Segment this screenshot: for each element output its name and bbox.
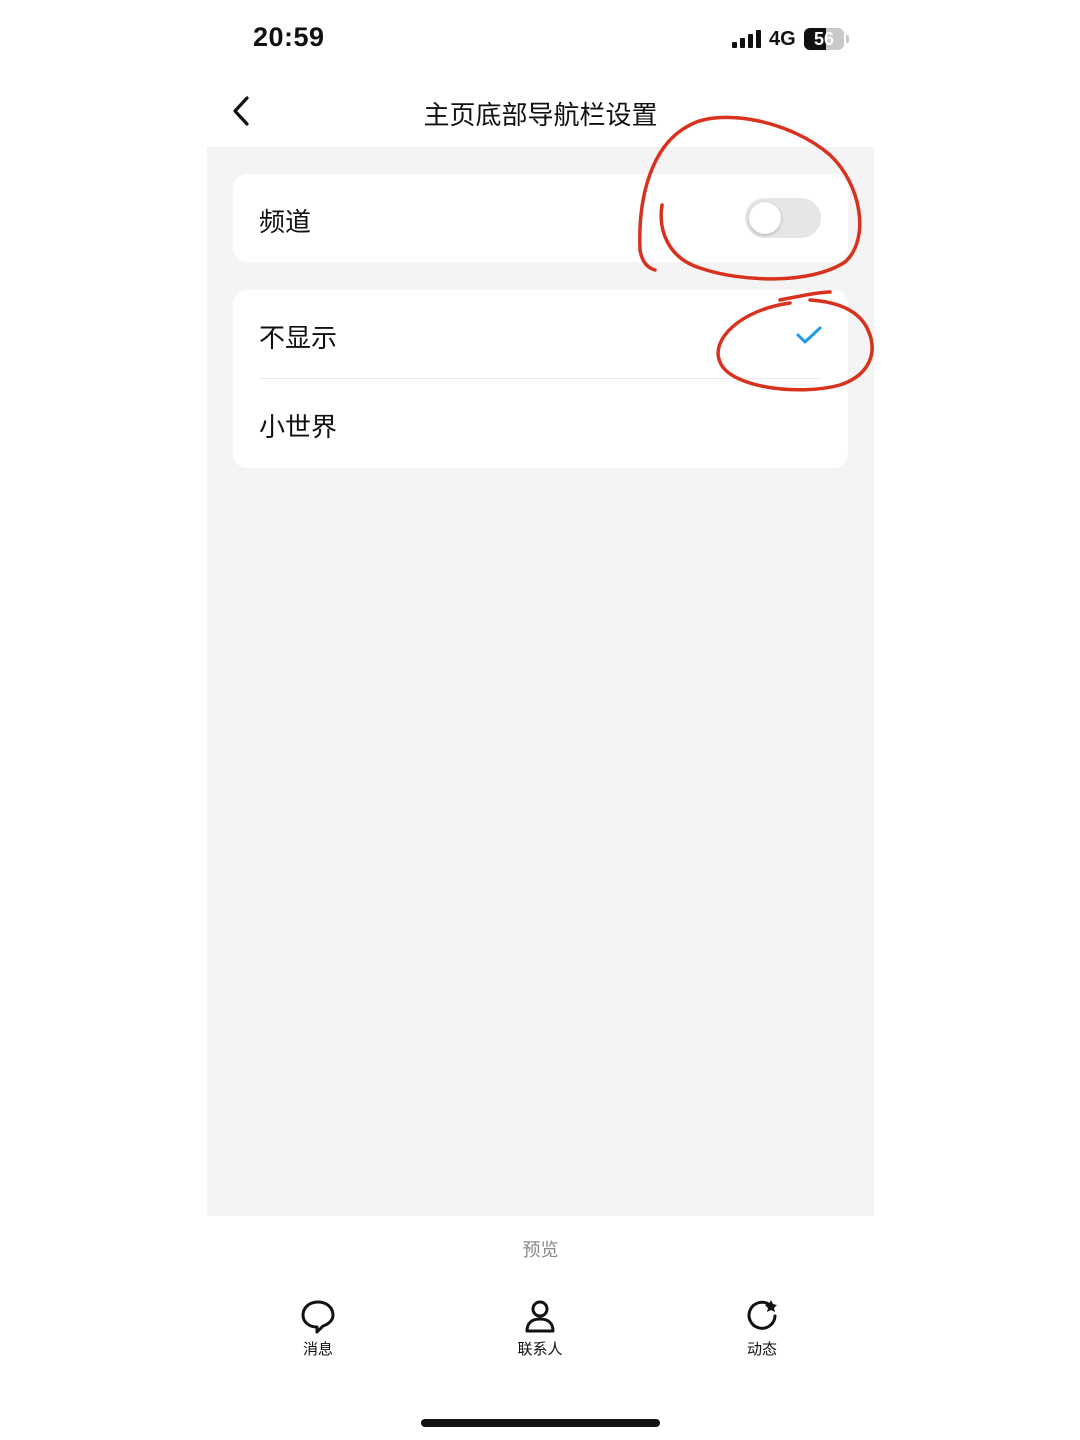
refresh-star-icon (747, 1300, 777, 1330)
chat-bubble-icon (301, 1300, 335, 1334)
phone-screen: 20:59 4G 56 主页底部导航栏设置 频道 不显示 小世界 预览 消息 联… (207, 0, 874, 1440)
status-bar: 20:59 4G 56 (207, 0, 874, 78)
toggle-knob (749, 202, 781, 234)
option-hide[interactable]: 不显示 (233, 290, 848, 379)
channel-label: 频道 (259, 208, 312, 238)
preview-label: 预览 (522, 1240, 559, 1261)
signal-icon (732, 30, 762, 48)
option-label: 不显示 (259, 324, 338, 354)
tab-messages[interactable]: 消息 (268, 1298, 368, 1359)
battery-level: 56 (813, 29, 835, 49)
battery-cap (846, 35, 849, 43)
nav-bar: 主页底部导航栏设置 (207, 78, 874, 147)
tab-contacts[interactable]: 联系人 (490, 1298, 590, 1359)
channel-card: 频道 (233, 174, 848, 262)
home-indicator (421, 1419, 660, 1427)
options-card: 不显示 小世界 (233, 290, 848, 468)
option-small-world[interactable]: 小世界 (233, 379, 848, 468)
option-label: 小世界 (259, 413, 338, 443)
person-icon (525, 1300, 555, 1333)
tab-label: 联系人 (517, 1340, 563, 1358)
settings-content: 频道 不显示 小世界 (207, 147, 874, 1216)
channel-toggle[interactable] (745, 198, 821, 238)
page-title: 主页底部导航栏设置 (423, 101, 658, 131)
tab-moments[interactable]: 动态 (712, 1298, 812, 1359)
tab-label: 消息 (302, 1340, 333, 1358)
checkmark-icon (796, 326, 822, 344)
network-type: 4G (769, 28, 796, 50)
tab-label: 动态 (746, 1340, 777, 1358)
battery-icon: 56 (804, 28, 844, 50)
status-time: 20:59 (253, 22, 325, 52)
